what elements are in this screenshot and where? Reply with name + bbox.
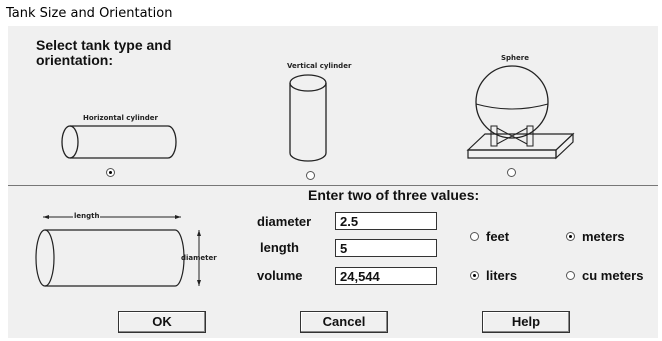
horizontal-cylinder-icon[interactable] [60,124,180,164]
sphere-radio[interactable] [507,168,516,177]
vertical-cylinder-icon[interactable] [288,73,338,163]
help-button[interactable]: Help [482,311,570,333]
volume-input[interactable]: 24,544 [335,267,437,285]
horizontal-cylinder-label: Horizontal cylinder [83,114,158,122]
liters-radio[interactable] [470,271,479,280]
diameter-input[interactable]: 2.5 [335,212,437,230]
meters-radio[interactable] [566,232,575,241]
sphere-label: Sphere [501,54,529,62]
volume-label: volume [257,268,303,283]
sphere-icon[interactable] [463,64,583,174]
feet-radio[interactable] [470,232,479,241]
length-input[interactable]: 5 [335,239,437,257]
length-label: length [260,240,299,255]
cu-meters-radio[interactable] [566,271,575,280]
feet-label[interactable]: feet [486,229,509,244]
cancel-button[interactable]: Cancel [300,311,388,333]
tank-dialog: Select tank type and orientation: Horizo… [8,26,658,338]
vertical-cylinder-label: Vertical cylinder [287,62,352,70]
meters-label[interactable]: meters [582,229,625,244]
cu-meters-label[interactable]: cu meters [582,268,643,283]
diameter-label: diameter [257,214,312,229]
vertical-cylinder-radio[interactable] [306,171,315,180]
orientation-heading: Select tank type and orientation: [36,37,172,68]
horizontal-cylinder-radio[interactable] [106,168,115,177]
cylinder-diagram [35,215,201,287]
section-divider [8,185,658,186]
title-bar: Tank Size and Orientation [0,0,662,26]
values-heading: Enter two of three values: [308,187,480,203]
window-title: Tank Size and Orientation [6,6,173,21]
diagram-length-label: length [73,212,101,220]
diagram-diameter-label: diameter [181,254,217,262]
liters-label[interactable]: liters [486,268,517,283]
ok-button[interactable]: OK [118,311,206,333]
